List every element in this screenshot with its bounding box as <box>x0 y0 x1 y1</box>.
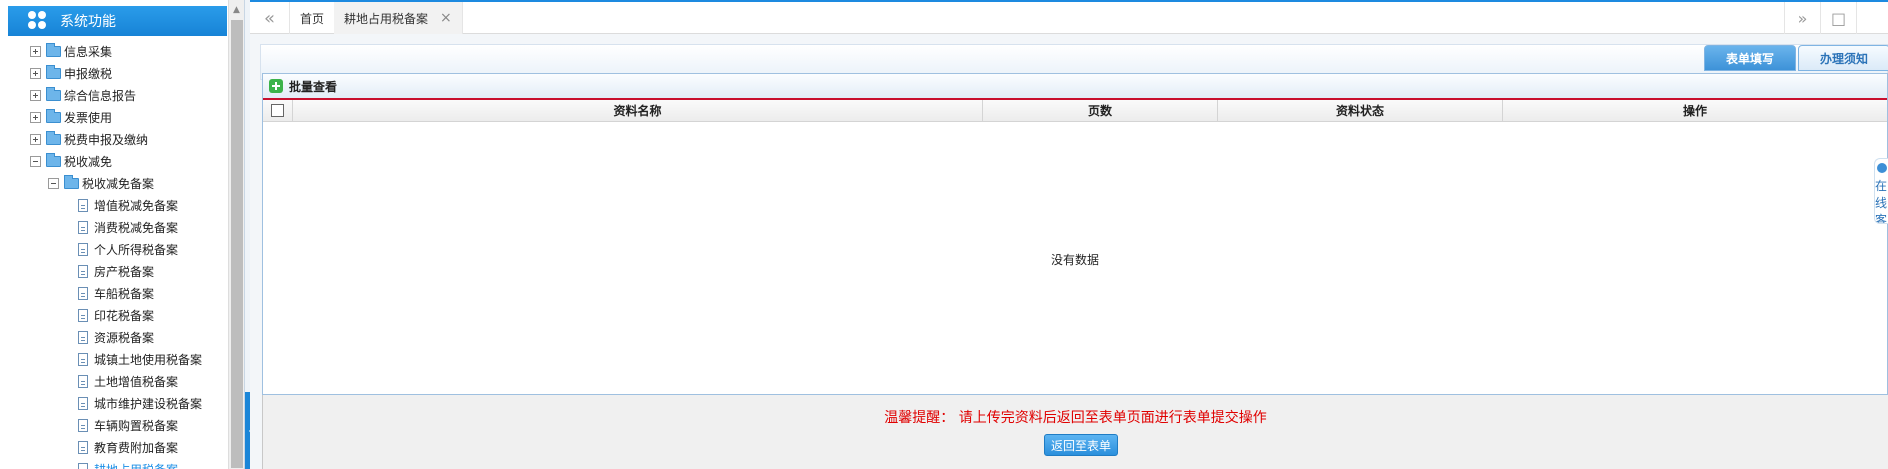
tree-item-vehicle-purchase-tax[interactable]: 车辆购置税备案 <box>0 414 228 436</box>
tree-item-vehicle-vessel-tax[interactable]: 车船税备案 <box>0 282 228 304</box>
tab-home[interactable]: 首页 <box>290 2 336 34</box>
grid-header: 批量查看 <box>263 74 1887 100</box>
document-icon <box>78 396 88 410</box>
select-all-cell <box>263 100 293 121</box>
folder-open-icon <box>46 152 61 167</box>
document-icon <box>78 374 88 388</box>
tab-instructions[interactable]: 办理须知 <box>1798 45 1888 71</box>
more-menu-button[interactable] <box>1856 2 1888 34</box>
expand-icon[interactable] <box>30 111 41 123</box>
app-logo-icon <box>28 11 48 31</box>
tree-item-vat-relief[interactable]: 增值税减免备案 <box>0 194 228 216</box>
document-icon <box>78 352 88 366</box>
collapse-icon[interactable] <box>48 177 59 189</box>
attachment-grid: 批量查看 资料名称 页数 资料状态 操作 没有数据 <box>262 73 1888 395</box>
tree-item-property-tax[interactable]: 房产税备案 <box>0 260 228 282</box>
sidebar-scrollbar[interactable]: ▲ <box>228 0 245 469</box>
expand-icon[interactable] <box>30 133 41 145</box>
document-icon <box>78 220 88 234</box>
customer-service-icon <box>1877 163 1887 173</box>
document-icon <box>78 330 88 344</box>
tree-item-invoice[interactable]: 发票使用 <box>0 106 228 128</box>
batch-view-title[interactable]: 批量查看 <box>289 78 337 95</box>
document-icon <box>78 242 88 256</box>
expand-icon[interactable] <box>30 45 41 57</box>
folder-icon <box>46 64 61 79</box>
expand-icon[interactable] <box>30 67 41 79</box>
folder-icon <box>46 86 61 101</box>
batch-view-icon[interactable] <box>269 79 283 93</box>
tab-bar: « 首页 耕地占用税备案 × » □ <box>250 0 1888 34</box>
sidebar-title: 系统功能 <box>60 14 116 30</box>
tree-item-info-report[interactable]: 综合信息报告 <box>0 84 228 106</box>
col-material-status[interactable]: 资料状态 <box>1218 100 1503 121</box>
document-icon <box>78 462 88 469</box>
empty-state: 没有数据 <box>1050 252 1099 267</box>
folder-icon <box>46 108 61 123</box>
close-tab-icon[interactable]: × <box>440 10 452 26</box>
reminder-text: 温馨提醒： 请上传完资料后返回至表单页面进行表单提交操作 <box>884 410 1267 426</box>
tree-item-consumption-relief[interactable]: 消费税减免备案 <box>0 216 228 238</box>
sidebar-title-bar[interactable]: 系统功能 <box>8 6 227 36</box>
folder-icon <box>46 42 61 57</box>
folder-open-icon <box>64 174 79 189</box>
tree-item-urban-construction-tax[interactable]: 城市维护建设税备案 <box>0 392 228 414</box>
tree-item-tax-declare[interactable]: 税费申报及缴纳 <box>0 128 228 150</box>
app-window: 系统功能 信息采集 申报缴税 综合信息报告 发票使用 税费申报及缴纳 税收减免 … <box>0 0 1888 469</box>
tree-item-declare-pay[interactable]: 申报缴税 <box>0 62 228 84</box>
tab-fill-form[interactable]: 表单填写 <box>1704 45 1796 71</box>
tab-farmland-tax-filing[interactable]: 耕地占用税备案 × <box>334 2 463 34</box>
tree-item-income-tax[interactable]: 个人所得税备案 <box>0 238 228 260</box>
document-icon <box>78 418 88 432</box>
scrollbar-thumb[interactable] <box>231 20 243 468</box>
col-operations[interactable]: 操作 <box>1503 100 1887 121</box>
document-icon <box>78 308 88 322</box>
document-icon <box>78 286 88 300</box>
online-service-widget[interactable]: 在线客 <box>1874 158 1888 224</box>
expand-icon[interactable] <box>30 89 41 101</box>
back-to-form-button[interactable]: 返回至表单 <box>1044 434 1119 456</box>
main-content: 表单填写 办理须知 批量查看 资料名称 页数 资料状态 操作 没有数据 温馨提醒… <box>250 34 1888 469</box>
footer-area: 温馨提醒： 请上传完资料后返回至表单页面进行表单提交操作 返回至表单 <box>262 395 1888 469</box>
collapse-icon[interactable] <box>30 155 41 167</box>
tab-scroll-right-button[interactable]: » <box>1784 2 1820 34</box>
tree-item-tax-relief[interactable]: 税收减免 <box>0 150 228 172</box>
tree-item-stamp-tax[interactable]: 印花税备案 <box>0 304 228 326</box>
tree-item-education-surcharge[interactable]: 教育费附加备案 <box>0 436 228 458</box>
document-icon <box>78 198 88 212</box>
maximize-icon[interactable]: □ <box>1820 2 1856 34</box>
folder-icon <box>46 130 61 145</box>
tree-item-land-use-tax[interactable]: 城镇土地使用税备案 <box>0 348 228 370</box>
document-icon <box>78 440 88 454</box>
tree-item-relief-filing[interactable]: 税收减免备案 <box>0 172 228 194</box>
tree-item-resource-tax[interactable]: 资源税备案 <box>0 326 228 348</box>
select-all-checkbox[interactable] <box>271 104 284 117</box>
scroll-up-icon[interactable]: ▲ <box>233 5 240 15</box>
tree-item-land-vat[interactable]: 土地增值税备案 <box>0 370 228 392</box>
col-material-name[interactable]: 资料名称 <box>293 100 983 121</box>
col-pages[interactable]: 页数 <box>983 100 1218 121</box>
tree-item-info-collect[interactable]: 信息采集 <box>0 40 228 62</box>
tab-scroll-left-button[interactable]: « <box>250 2 290 34</box>
grid-columns: 资料名称 页数 资料状态 操作 <box>263 100 1887 122</box>
function-tree: 信息采集 申报缴税 综合信息报告 发票使用 税费申报及缴纳 税收减免 税收减免备… <box>0 40 228 469</box>
tree-item-farmland-tax[interactable]: 耕地占用税备案 <box>0 458 228 469</box>
document-icon <box>78 264 88 278</box>
sidebar: 系统功能 信息采集 申报缴税 综合信息报告 发票使用 税费申报及缴纳 税收减免 … <box>0 0 248 469</box>
